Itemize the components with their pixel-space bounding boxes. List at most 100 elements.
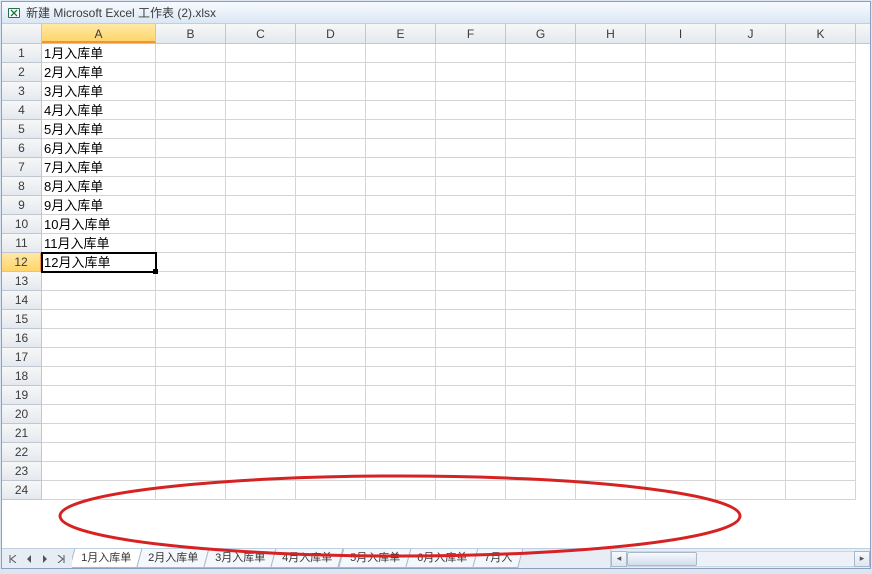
row-header[interactable]: 4 [2,101,42,120]
cell[interactable] [156,158,226,177]
sheet-tab[interactable]: 4月入库单 [271,549,345,568]
cell[interactable] [156,196,226,215]
cell[interactable] [576,405,646,424]
sheet-nav-first[interactable] [6,552,20,566]
cell[interactable] [716,234,786,253]
cell[interactable] [42,310,156,329]
cell[interactable] [366,481,436,500]
cell[interactable] [296,386,366,405]
cell[interactable] [506,63,576,82]
col-header-I[interactable]: I [646,24,716,43]
cell[interactable]: 9月入库单 [42,196,156,215]
cell[interactable] [646,291,716,310]
cell[interactable] [226,386,296,405]
cell[interactable] [42,405,156,424]
cell[interactable] [436,272,506,291]
row-header[interactable]: 16 [2,329,42,348]
cell[interactable] [436,310,506,329]
cell[interactable] [296,101,366,120]
cell[interactable] [786,367,856,386]
cell[interactable] [646,348,716,367]
cell[interactable]: 10月入库单 [42,215,156,234]
hscroll-thumb[interactable] [627,552,697,566]
cell[interactable] [226,196,296,215]
cell[interactable] [716,386,786,405]
col-header-C[interactable]: C [226,24,296,43]
cell[interactable]: 11月入库单 [42,234,156,253]
cell[interactable] [436,158,506,177]
cell[interactable] [296,424,366,443]
cell[interactable] [296,329,366,348]
cell[interactable] [506,234,576,253]
cell[interactable] [156,329,226,348]
cell[interactable] [296,367,366,386]
cell[interactable] [646,424,716,443]
cell[interactable] [366,253,436,272]
cell[interactable] [436,253,506,272]
cell[interactable] [716,101,786,120]
row-header[interactable]: 12 [2,253,42,272]
cell[interactable] [366,139,436,158]
cell[interactable] [506,386,576,405]
cell[interactable] [366,272,436,291]
cell[interactable] [646,44,716,63]
cell[interactable] [506,481,576,500]
cell[interactable] [716,139,786,158]
cell[interactable] [226,291,296,310]
cell[interactable] [42,443,156,462]
cell[interactable] [366,386,436,405]
cell[interactable] [786,443,856,462]
cell[interactable] [576,310,646,329]
row-header[interactable]: 23 [2,462,42,481]
cell[interactable]: 8月入库单 [42,177,156,196]
cell[interactable] [646,101,716,120]
cell[interactable] [506,215,576,234]
cell[interactable] [366,215,436,234]
cell[interactable] [786,120,856,139]
cell[interactable] [506,310,576,329]
row-header[interactable]: 19 [2,386,42,405]
cell[interactable] [366,177,436,196]
cell[interactable] [226,44,296,63]
row-header[interactable]: 18 [2,367,42,386]
cell[interactable] [646,405,716,424]
cell[interactable] [296,82,366,101]
hscroll-right[interactable]: ▸ [854,551,870,567]
row-header[interactable]: 1 [2,44,42,63]
cell[interactable] [576,462,646,481]
cell[interactable] [296,234,366,253]
cell[interactable] [646,82,716,101]
row-header[interactable]: 5 [2,120,42,139]
cell[interactable] [506,272,576,291]
cell[interactable] [646,120,716,139]
cell[interactable] [436,139,506,158]
cell[interactable] [716,253,786,272]
cell[interactable] [716,329,786,348]
sheet-tab[interactable]: 1月入库单 [72,549,143,568]
cell[interactable] [646,272,716,291]
cell[interactable] [506,462,576,481]
cell[interactable] [436,481,506,500]
cell[interactable] [436,101,506,120]
cell[interactable] [436,367,506,386]
cell[interactable] [646,481,716,500]
cell[interactable] [42,386,156,405]
cell[interactable] [506,367,576,386]
cell[interactable] [506,177,576,196]
row-header[interactable]: 20 [2,405,42,424]
cell[interactable] [786,481,856,500]
cell[interactable] [506,120,576,139]
cell[interactable] [716,215,786,234]
cell[interactable] [156,139,226,158]
cell[interactable] [576,82,646,101]
cell[interactable] [576,481,646,500]
cell[interactable] [786,139,856,158]
cell[interactable] [296,120,366,139]
cell[interactable] [786,101,856,120]
cell[interactable] [646,443,716,462]
cell[interactable] [716,272,786,291]
cell[interactable] [506,424,576,443]
cell[interactable] [506,44,576,63]
row-header[interactable]: 22 [2,443,42,462]
cell[interactable] [436,120,506,139]
